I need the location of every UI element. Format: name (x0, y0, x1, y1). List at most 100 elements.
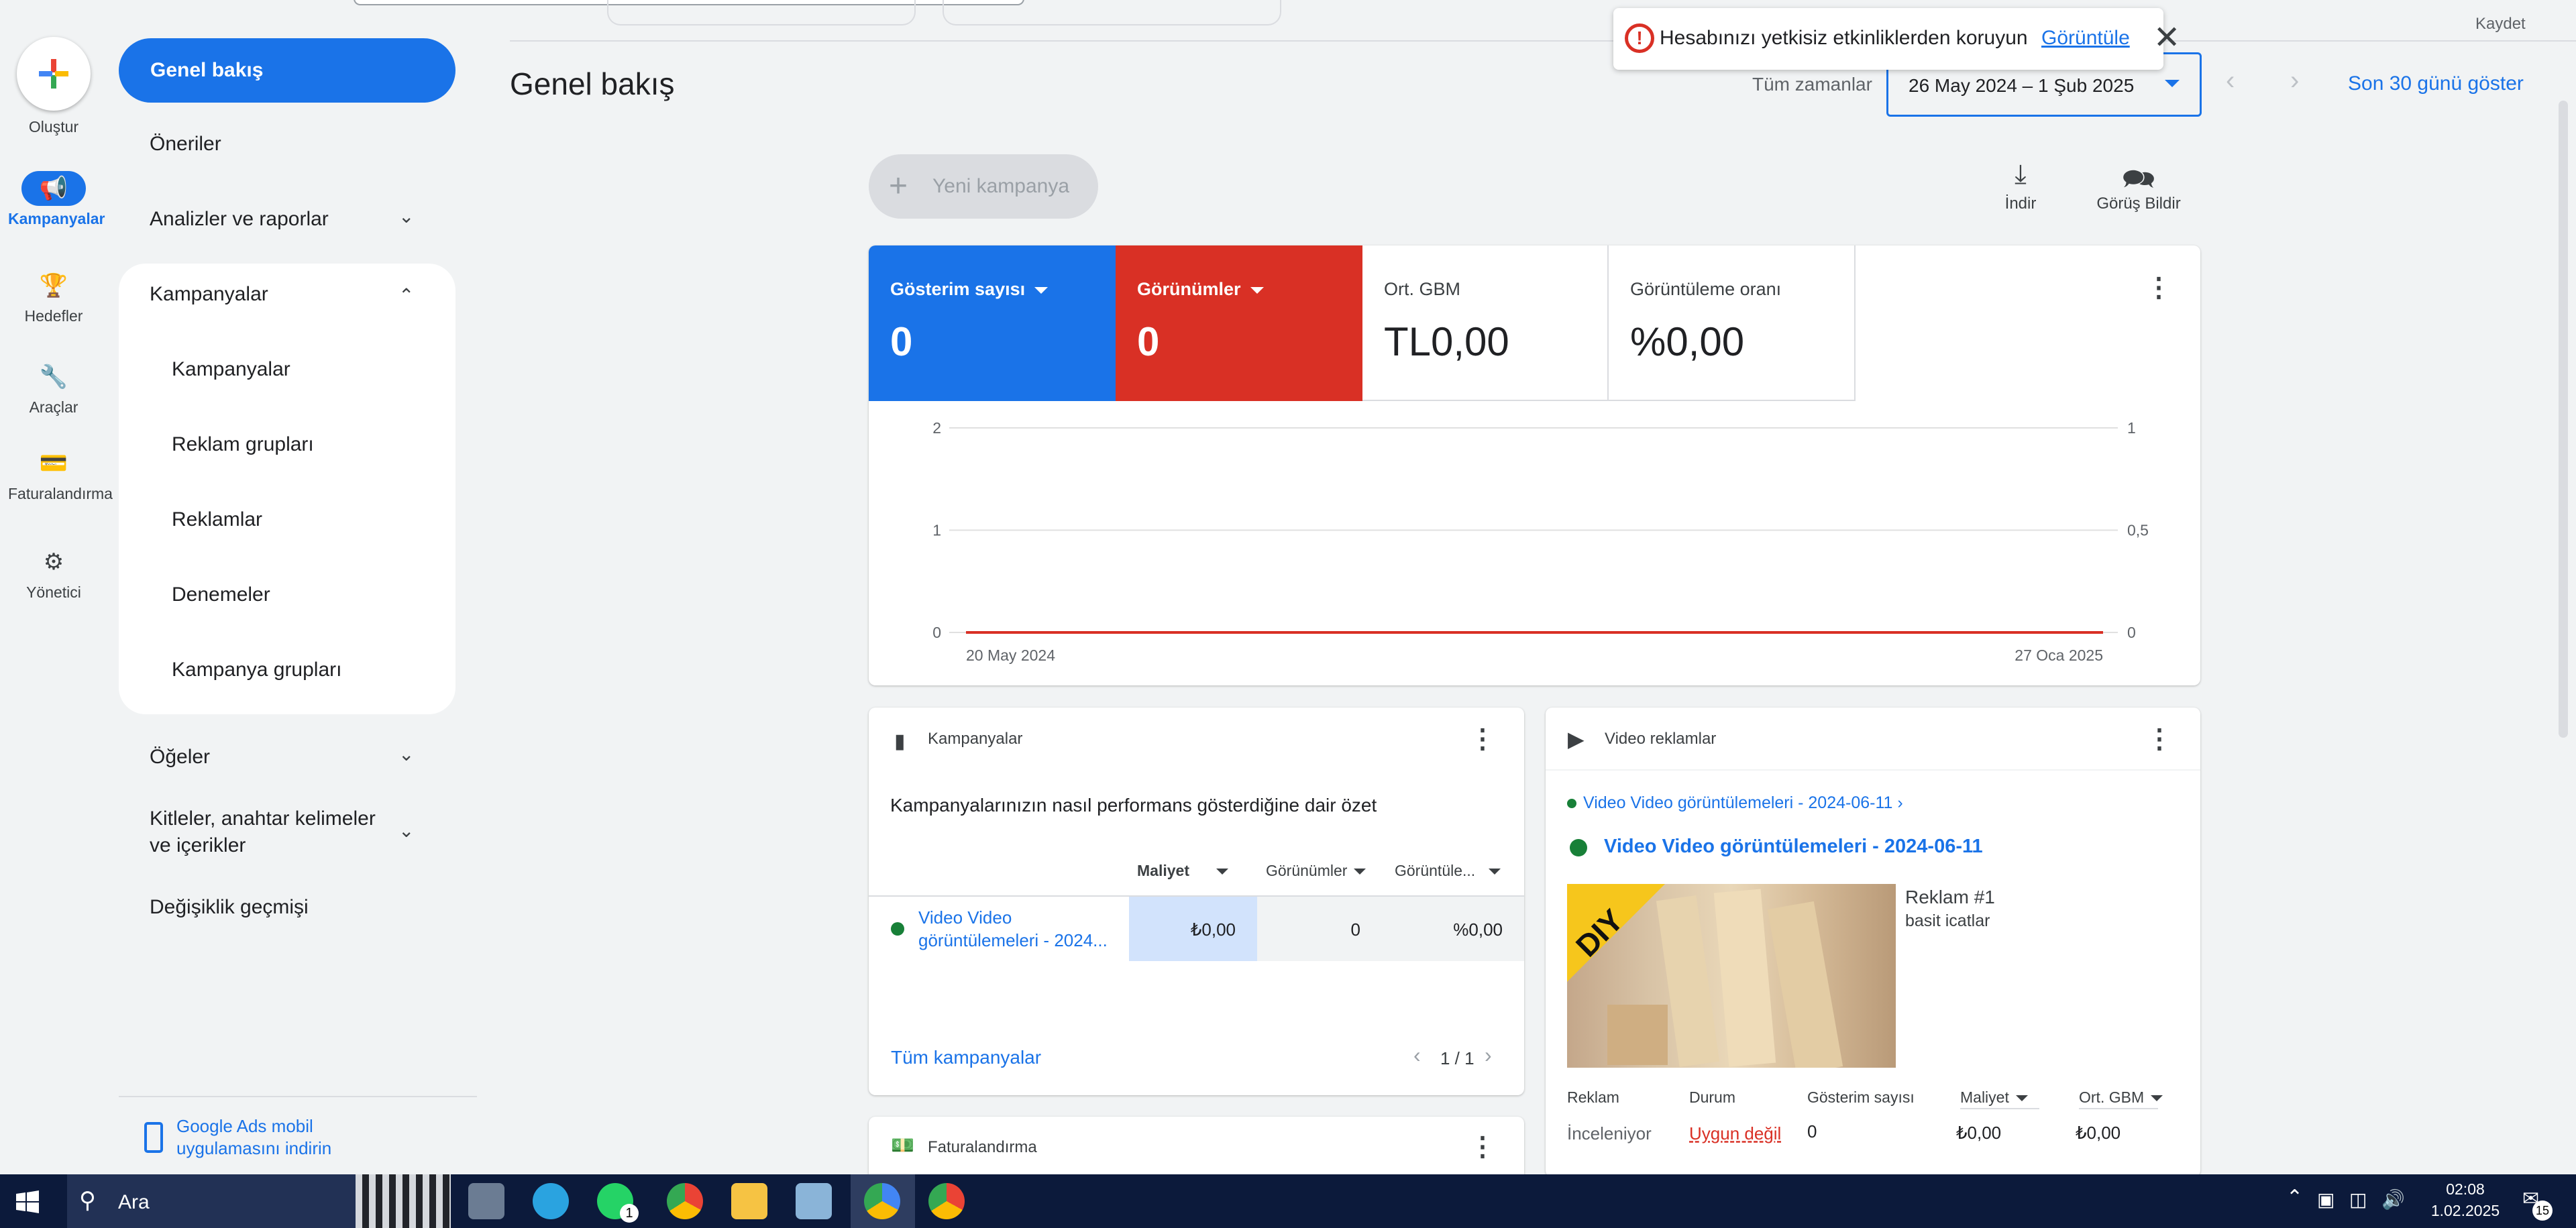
save-label[interactable]: Kaydet (2475, 15, 2526, 34)
more-vert-icon[interactable]: ⋮ (1469, 724, 1496, 755)
chevron-up-icon[interactable]: ⌃ (398, 284, 414, 306)
chrome-icon[interactable] (928, 1183, 965, 1219)
nav-item-overview[interactable]: Genel bakış (119, 38, 455, 103)
viewrate-cell: %0,00 (1386, 897, 1524, 961)
rail-item-goals[interactable]: 🏆 Hedefler (0, 268, 107, 325)
rail-item-billing[interactable]: 💳 Faturalandırma (0, 446, 113, 502)
col-viewrate-header[interactable]: Görüntüle... (1395, 862, 1501, 880)
notepad-icon[interactable] (796, 1183, 832, 1219)
rail-item-campaigns[interactable]: 📢 Kampanyalar (0, 171, 107, 227)
prev-period-button[interactable]: ‹ (2226, 66, 2235, 96)
megaphone-icon: 📢 (21, 171, 86, 206)
zebra-decoration (356, 1174, 451, 1228)
metric-impressions[interactable]: Gösterim sayısı 0 (869, 245, 1116, 401)
subnav-item-experiments[interactable]: Denemeler (172, 583, 270, 606)
chevron-left-icon[interactable]: ‹ (1413, 1043, 1421, 1068)
download-label: İndir (2004, 194, 2037, 213)
plank-shape (1767, 901, 1843, 1068)
alert-icon: ! (1625, 23, 1654, 53)
metric-value: TL0,00 (1384, 319, 1509, 364)
rail-item-admin[interactable]: ⚙ Yönetici (0, 545, 107, 601)
toast-view-link[interactable]: Görüntüle (2041, 27, 2130, 50)
trophy-icon: 🏆 (39, 273, 68, 298)
nav-item-insights[interactable]: Analizler ve raporlar (150, 208, 425, 231)
rail-item-tools[interactable]: 🔧 Araçlar (0, 359, 107, 416)
windows-start-icon[interactable] (16, 1190, 39, 1213)
tray-device-icon[interactable]: ▣ (2317, 1188, 2334, 1211)
chevron-down-icon[interactable]: ⌄ (398, 205, 414, 227)
feedback-icon: 🗪 (2122, 164, 2155, 194)
download-button[interactable]: ⤓ İndir (1967, 160, 2074, 213)
ad-name: Reklam #1 (1905, 887, 1995, 907)
mobile-app-link[interactable]: Google Ads mobil uygulamasını indirin (176, 1115, 378, 1160)
caret-down-icon (1489, 869, 1501, 875)
col-cost-header[interactable]: Maliyet (1137, 862, 1228, 880)
y-left-tick-label: 2 (932, 419, 941, 437)
network-icon[interactable]: ◫ (2349, 1188, 2367, 1211)
create-button[interactable] (17, 37, 91, 111)
subnav-item-campaigns[interactable]: Kampanyalar (172, 358, 290, 381)
metric-views[interactable]: Görünümler 0 (1116, 245, 1362, 401)
toast-message: Hesabınızı yetkisiz etkinliklerden koruy… (1660, 27, 2028, 49)
show-last-30-days-link[interactable]: Son 30 günü göster (2348, 72, 2524, 95)
app-icon-mouse[interactable] (468, 1183, 504, 1219)
gear-icon: ⚙ (43, 549, 64, 575)
more-vert-icon[interactable]: ⋮ (1469, 1131, 1496, 1162)
table-row[interactable]: Video Video görüntülemeleri - 2024... ₺0… (869, 897, 1524, 961)
download-icon: ⤓ (2015, 160, 2027, 189)
file-explorer-icon[interactable] (731, 1183, 767, 1219)
video-thumbnail[interactable]: DIY (1567, 884, 1896, 1068)
metric-avg-cpv[interactable]: Ort. GBM TL0,00 (1362, 245, 1609, 401)
nav-item-campaigns[interactable]: Kampanyalar (150, 283, 425, 306)
pagination-label: 1 / 1 (1440, 1048, 1474, 1068)
new-campaign-button[interactable]: + Yeni kampanya (869, 154, 1098, 219)
caret-down-icon (2015, 1095, 2028, 1102)
chevron-right-icon[interactable]: › (1485, 1043, 1492, 1068)
chevron-up-icon[interactable]: ⌃ (2286, 1186, 2303, 1209)
performance-line-chart: 2 1 1 0,5 0 0 20 May 2024 27 Oca 2025 (932, 419, 2149, 664)
chrome-icon[interactable] (667, 1183, 703, 1219)
close-icon[interactable]: ✕ (2153, 19, 2180, 56)
feedback-button[interactable]: 🗪 Görüş Bildir (2085, 160, 2192, 213)
metric-label: Ort. GBM (1384, 279, 1460, 299)
campaign-breadcrumb-link[interactable]: Video Video görüntülemeleri - 2024-06-11… (1583, 793, 1903, 813)
subnav-item-campaign-groups[interactable]: Kampanya grupları (172, 659, 341, 681)
all-campaigns-link[interactable]: Tüm kampanyalar (891, 1047, 1041, 1068)
more-vert-icon[interactable]: ⋮ (2146, 724, 2173, 755)
more-vert-icon[interactable]: ⋮ (2145, 272, 2172, 303)
header-divider (510, 40, 2576, 42)
nav-item-assets[interactable]: Öğeler (150, 746, 425, 769)
status-not-eligible[interactable]: Uygun değil (1689, 1123, 1781, 1144)
page-title: Genel bakış (510, 66, 675, 101)
col-views-header[interactable]: Görünümler (1266, 862, 1366, 880)
nav-item-change-history[interactable]: Değişiklik geçmişi (150, 896, 425, 919)
top-filter-pill[interactable] (607, 0, 916, 25)
chrome-icon[interactable] (864, 1183, 900, 1219)
top-filter-pill[interactable] (943, 0, 1281, 25)
next-period-button[interactable]: › (2290, 66, 2299, 96)
feedback-label: Görüş Bildir (2096, 194, 2181, 213)
campaign-title-link[interactable]: Video Video görüntülemeleri - 2024-06-11 (1604, 836, 1983, 858)
metric-view-rate[interactable]: Görüntüleme oranı %0,00 (1609, 245, 1856, 401)
page-scrollbar[interactable] (2559, 101, 2568, 738)
chevron-down-icon[interactable]: ⌄ (398, 743, 414, 765)
subnav-item-ads[interactable]: Reklamlar (172, 508, 262, 531)
y-left-tick-label: 0 (932, 624, 941, 641)
credit-card-icon: 💳 (39, 451, 68, 476)
metric-label: Görüntüleme oranı (1630, 279, 1782, 299)
clock-time: 02:08 (2446, 1180, 2485, 1198)
col-cpv-header[interactable]: Ort. GBM (2079, 1089, 2163, 1107)
chevron-down-icon[interactable]: ⌄ (398, 820, 414, 842)
rail-goals-label: Hedefler (24, 307, 83, 325)
telegram-icon[interactable] (533, 1183, 569, 1219)
subnav-item-ad-groups[interactable]: Reklam grupları (172, 433, 314, 456)
nav-item-audiences[interactable]: Kitleler, anahtar kelimeler ve içerikler (150, 805, 398, 859)
taskbar-clock[interactable]: 02:08 1.02.2025 (2415, 1178, 2516, 1221)
volume-icon[interactable]: 🔊 (2381, 1188, 2405, 1211)
campaign-name-link[interactable]: Video Video görüntülemeleri - 2024... (918, 906, 1120, 952)
clock-date: 1.02.2025 (2430, 1202, 2500, 1219)
ad-state: İnceleniyor (1567, 1123, 1652, 1143)
y-right-tick-label: 0 (2127, 624, 2136, 641)
col-cost-header[interactable]: Maliyet (1960, 1089, 2028, 1107)
nav-item-recommendations[interactable]: Öneriler (150, 133, 425, 156)
